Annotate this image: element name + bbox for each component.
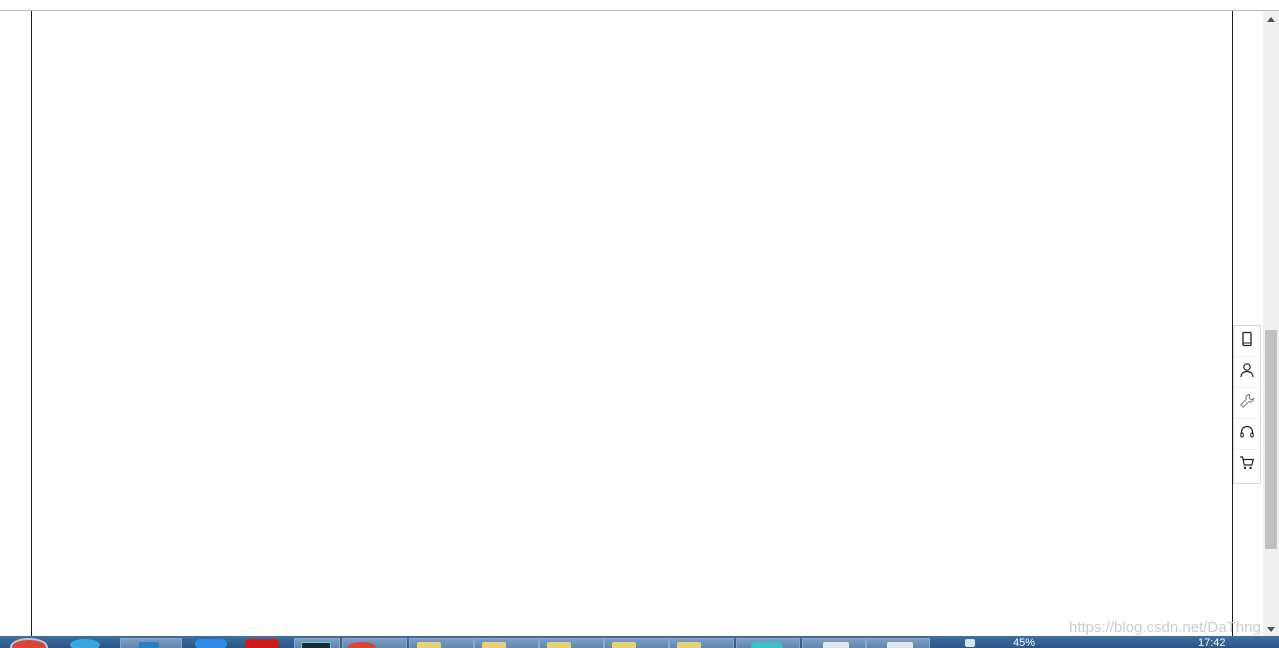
mobile-icon bbox=[1239, 331, 1255, 352]
taskbar-button-vscode[interactable] bbox=[120, 638, 182, 648]
cart-icon bbox=[1239, 455, 1255, 476]
taskbar-button-folder-1[interactable] bbox=[409, 638, 474, 648]
ie-icon[interactable] bbox=[70, 639, 100, 648]
red-app-icon[interactable] bbox=[245, 639, 279, 648]
network-icon[interactable] bbox=[965, 639, 975, 647]
service-button[interactable] bbox=[1234, 388, 1260, 419]
top-divider bbox=[0, 10, 1279, 11]
vertical-scrollbar[interactable] bbox=[1263, 11, 1279, 637]
floating-toolbar bbox=[1233, 325, 1261, 484]
user-button[interactable] bbox=[1234, 357, 1260, 388]
arrow-down-icon bbox=[1267, 626, 1275, 632]
folder-icon bbox=[547, 642, 571, 648]
notepad-icon bbox=[823, 642, 849, 648]
taskbar-button-folder-3[interactable] bbox=[539, 638, 604, 648]
content-left-border bbox=[31, 11, 32, 637]
folder-icon bbox=[612, 642, 636, 648]
user-icon bbox=[1239, 362, 1255, 383]
clock[interactable]: 17:42 bbox=[1198, 637, 1226, 648]
headset-icon bbox=[1239, 424, 1255, 445]
chrome-icon bbox=[348, 642, 376, 648]
taskbar-button-notepad-1[interactable] bbox=[802, 638, 866, 648]
watermark: https://blog.csdn.net/DaThng bbox=[1069, 619, 1261, 636]
scroll-up-button[interactable] bbox=[1263, 11, 1279, 27]
mobile-button[interactable] bbox=[1234, 326, 1260, 357]
content-right-border bbox=[1232, 11, 1233, 637]
wrench-icon bbox=[1239, 393, 1255, 414]
scroll-thumb[interactable] bbox=[1265, 330, 1277, 549]
cart-button[interactable] bbox=[1234, 450, 1260, 481]
blue-app-icon[interactable] bbox=[195, 639, 227, 648]
taskbar-button-cyan-app[interactable] bbox=[736, 638, 800, 648]
vscode-icon bbox=[139, 642, 159, 648]
arrow-up-icon bbox=[1267, 16, 1275, 22]
notepad-icon bbox=[887, 642, 913, 648]
folder-icon bbox=[677, 642, 701, 648]
taskbar-button-notepad-2[interactable] bbox=[866, 638, 930, 648]
taskbar-button-folder-2[interactable] bbox=[474, 638, 539, 648]
start-orb-icon[interactable] bbox=[10, 638, 48, 648]
taskbar-button-folder-4[interactable] bbox=[604, 638, 669, 648]
folder-icon bbox=[482, 642, 506, 648]
battery-percent[interactable]: 45% bbox=[1013, 637, 1035, 648]
support-button[interactable] bbox=[1234, 419, 1260, 450]
taskbar-button-chrome[interactable] bbox=[342, 638, 407, 648]
scroll-down-button[interactable] bbox=[1263, 621, 1279, 637]
folder-icon bbox=[417, 642, 441, 648]
taskbar: 45% 17:42 bbox=[0, 636, 1279, 648]
cyan-app-icon bbox=[751, 642, 783, 648]
taskbar-button-folder-5[interactable] bbox=[669, 638, 734, 648]
terminal-icon bbox=[301, 642, 331, 648]
taskbar-button-terminal[interactable] bbox=[294, 638, 340, 648]
